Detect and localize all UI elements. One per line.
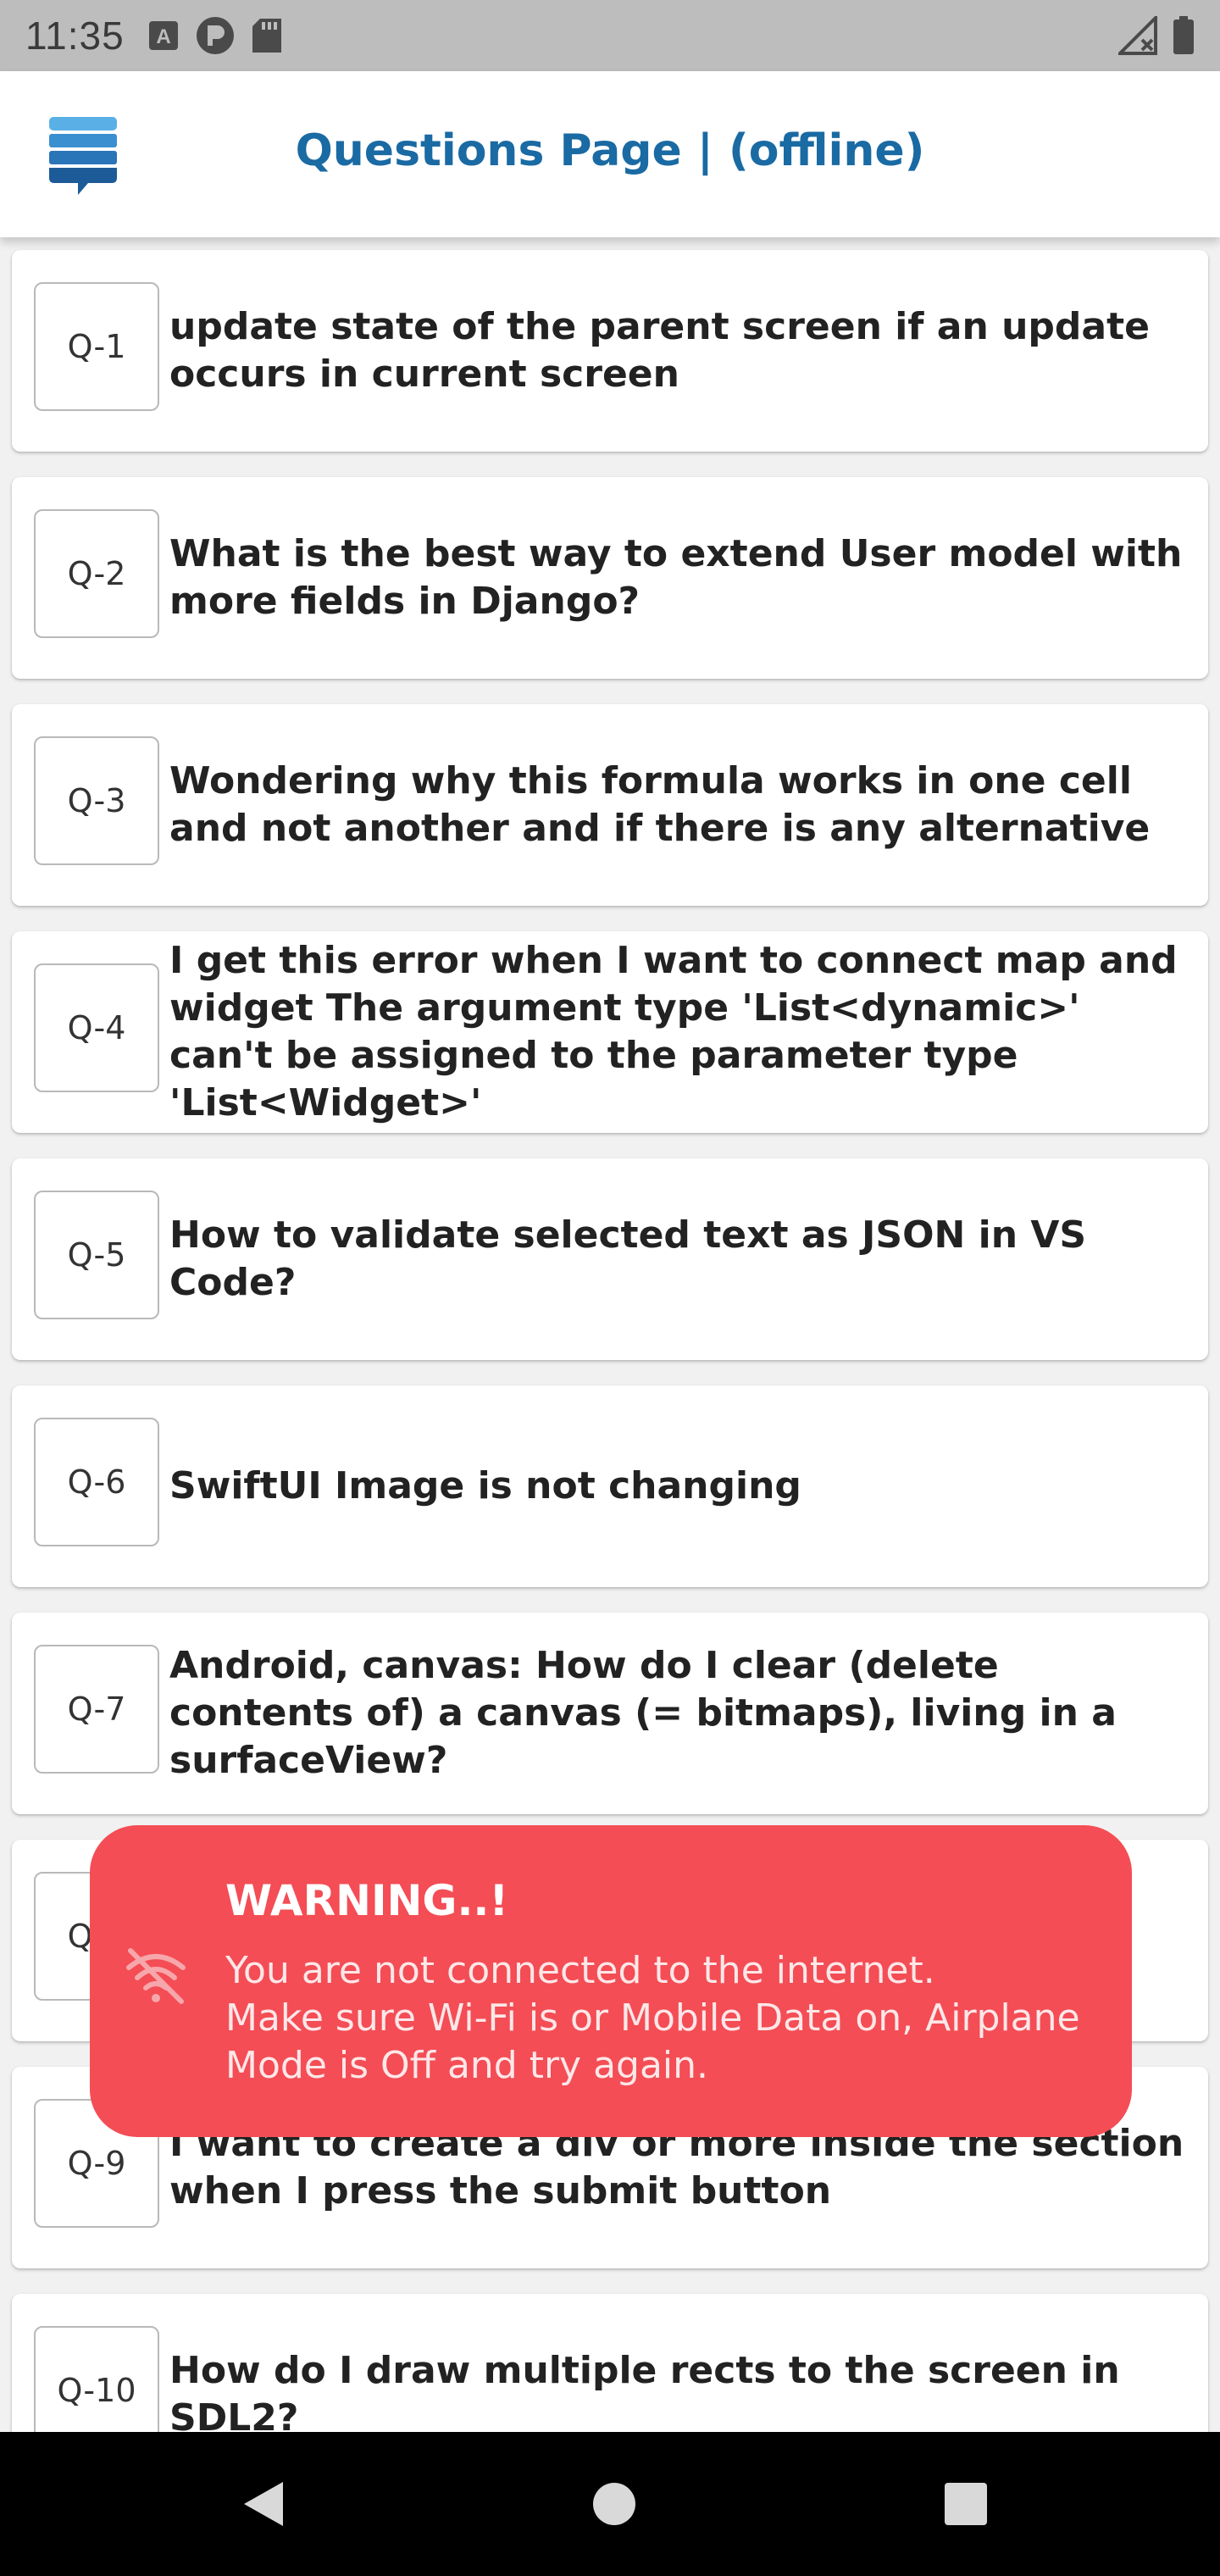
question-title: Wondering why this formula works in one … — [169, 759, 1151, 850]
question-number: Q-6 — [34, 1418, 159, 1546]
question-card[interactable]: Q-3 Wondering why this formula works in … — [12, 704, 1208, 906]
p-notification-icon — [196, 16, 235, 55]
question-number: Q-4 — [34, 963, 159, 1092]
question-card[interactable]: Q-2 What is the best way to extend User … — [12, 477, 1208, 679]
home-icon[interactable] — [580, 2470, 648, 2538]
navigation-bar — [0, 2432, 1220, 2576]
question-number: Q-2 — [34, 509, 159, 638]
status-time: 11:35 — [25, 14, 125, 58]
question-title: What is the best way to extend User mode… — [169, 532, 1183, 623]
question-title: SwiftUI Image is not changing — [169, 1464, 801, 1507]
warning-title: WARNING..! — [225, 1876, 509, 1925]
question-number: Q-1 — [34, 282, 159, 411]
recents-icon[interactable] — [932, 2470, 1000, 2538]
sd-card-icon — [252, 18, 282, 53]
wifi-off-icon — [122, 1942, 190, 2010]
warning-message: You are not connected to the internet. M… — [225, 1949, 1080, 2087]
a-notification-icon: A — [148, 20, 179, 51]
svg-text:A: A — [156, 25, 170, 48]
offline-warning-toast: WARNING..! You are not connected to the … — [90, 1825, 1132, 2137]
question-card[interactable]: Q-4 I get this error when I want to conn… — [12, 931, 1208, 1133]
no-signal-icon — [1118, 16, 1157, 55]
question-title: I get this error when I want to connect … — [169, 939, 1178, 1124]
question-title: How to validate selected text as JSON in… — [169, 1213, 1087, 1304]
question-card[interactable]: Q-7 Android, canvas: How do I clear (del… — [12, 1613, 1208, 1814]
question-title: Android, canvas: How do I clear (delete … — [169, 1644, 1117, 1782]
battery-icon — [1173, 16, 1195, 55]
status-icons-left: A — [148, 16, 282, 55]
question-card[interactable]: Q-1 update state of the parent screen if… — [12, 250, 1208, 452]
question-title: update state of the parent screen if an … — [169, 305, 1150, 396]
question-card[interactable]: Q-6 SwiftUI Image is not changing — [12, 1385, 1208, 1587]
status-icons-right — [1118, 16, 1195, 55]
question-card[interactable]: Q-5 How to validate selected text as JSO… — [12, 1158, 1208, 1360]
question-number: Q-5 — [34, 1191, 159, 1319]
question-number: Q-3 — [34, 736, 159, 865]
status-bar: 11:35 A — [0, 0, 1220, 71]
page-title: Questions Page | (offline) — [295, 125, 925, 176]
app-bar: Questions Page | (offline) — [0, 71, 1220, 237]
back-icon[interactable] — [229, 2470, 297, 2538]
question-number: Q-7 — [34, 1645, 159, 1774]
